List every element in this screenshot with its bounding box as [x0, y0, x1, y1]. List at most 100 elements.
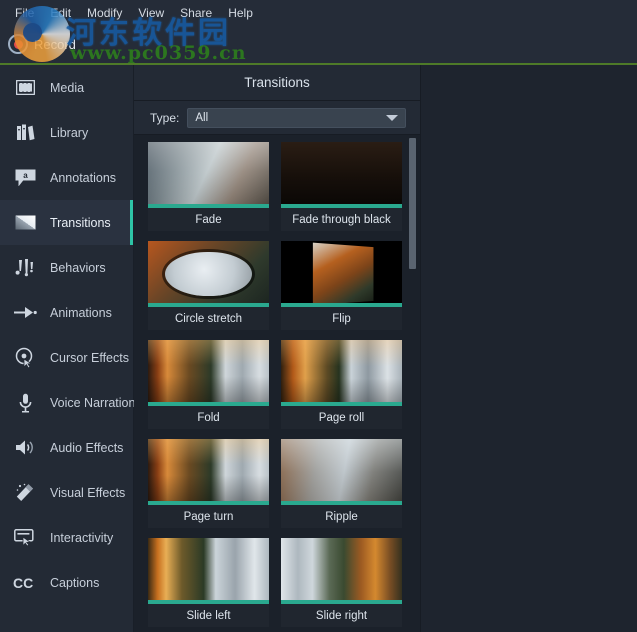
menu-item-share[interactable]: Share — [172, 4, 220, 22]
transition-card-ripple[interactable]: Ripple — [281, 439, 402, 528]
record-button-label: Record — [34, 37, 76, 52]
behaviors-icon — [12, 255, 38, 281]
watermark-rule — [0, 63, 637, 65]
sidebar-item-label: Visual Effects — [50, 486, 125, 500]
transition-card-fade-through-black[interactable]: Fade through black — [281, 142, 402, 231]
menu-item-help[interactable]: Help — [220, 4, 261, 22]
transition-thumbnail — [281, 439, 402, 505]
panel-header: Transitions — [134, 65, 420, 101]
transition-thumbnail — [148, 340, 269, 406]
microphone-icon — [12, 390, 38, 416]
sidebar-item-label: Transitions — [50, 216, 111, 230]
transition-label: Page roll — [319, 412, 364, 424]
transition-thumbnail — [148, 538, 269, 604]
transition-thumbnail — [281, 538, 402, 604]
transition-card-fade[interactable]: Fade — [148, 142, 269, 231]
sidebar-item-label: Behaviors — [50, 261, 106, 275]
speech-bubble-a-icon: a — [12, 165, 38, 191]
film-strip-icon — [12, 75, 38, 101]
chevron-down-icon — [386, 115, 398, 121]
transition-label: Slide left — [186, 610, 230, 622]
type-filter-label: Type: — [150, 111, 179, 125]
sidebar-item-label: Interactivity — [50, 531, 113, 545]
transition-thumbnail — [148, 241, 269, 307]
svg-text:CC: CC — [13, 576, 33, 590]
sidebar-item-media[interactable]: Media — [0, 65, 133, 110]
transition-thumbnail — [148, 142, 269, 208]
transition-caption: Fade — [148, 208, 269, 231]
toolbar: Record — [0, 26, 637, 64]
sidebar-item-label: Captions — [50, 576, 99, 590]
sidebar-item-animations[interactable]: Animations — [0, 290, 133, 335]
record-circle-icon — [8, 34, 28, 54]
menu-bar: File Edit Modify View Share Help — [0, 0, 637, 26]
preview-canvas-area — [420, 65, 637, 632]
transition-caption: Ripple — [281, 505, 402, 528]
menu-item-modify[interactable]: Modify — [79, 4, 130, 22]
screen-cursor-icon — [12, 525, 38, 551]
transition-label: Fold — [197, 412, 219, 424]
transition-label: Circle stretch — [175, 313, 242, 325]
transition-thumbnail — [281, 340, 402, 406]
transition-card-page-roll[interactable]: Page roll — [281, 340, 402, 429]
sidebar-item-annotations[interactable]: a Annotations — [0, 155, 133, 200]
sidebar-item-captions[interactable]: CC Captions — [0, 560, 133, 605]
arrow-right-icon — [12, 300, 38, 326]
panel-scroll-thumb[interactable] — [409, 138, 416, 269]
sidebar-item-label: Voice Narration — [50, 396, 135, 410]
transition-caption: Fade through black — [281, 208, 402, 231]
magic-wand-icon — [12, 480, 38, 506]
panel-scrollbar[interactable] — [408, 136, 416, 632]
sidebar-item-label: Library — [50, 126, 88, 140]
transition-label: Page turn — [184, 511, 234, 523]
transition-thumbnail — [281, 142, 402, 208]
transition-card-slide-left[interactable]: Slide left — [148, 538, 269, 627]
cc-icon: CC — [12, 570, 38, 596]
app-window: File Edit Modify View Share Help Record … — [0, 0, 637, 632]
sidebar-item-interactivity[interactable]: Interactivity — [0, 515, 133, 560]
transition-caption: Page turn — [148, 505, 269, 528]
menu-item-file[interactable]: File — [7, 4, 42, 22]
menu-item-edit[interactable]: Edit — [42, 4, 79, 22]
transition-card-fold[interactable]: Fold — [148, 340, 269, 429]
svg-text:a: a — [23, 171, 28, 180]
sidebar-item-label: Media — [50, 81, 84, 95]
transition-caption: Circle stretch — [148, 307, 269, 330]
transition-card-page-turn[interactable]: Page turn — [148, 439, 269, 528]
record-button[interactable]: Record — [4, 31, 84, 57]
transition-card-flip[interactable]: Flip — [281, 241, 402, 330]
gradient-square-icon — [12, 210, 38, 236]
type-filter-dropdown[interactable]: All — [187, 108, 406, 128]
sidebar-item-cursor-effects[interactable]: Cursor Effects — [0, 335, 133, 380]
transition-label: Ripple — [325, 511, 358, 523]
sidebar-item-audio-effects[interactable]: Audio Effects — [0, 425, 133, 470]
transition-thumbnail — [281, 241, 402, 307]
type-filter-row: Type: All — [134, 101, 420, 135]
transition-caption: Slide left — [148, 604, 269, 627]
transition-caption: Flip — [281, 307, 402, 330]
sidebar-item-transitions[interactable]: Transitions — [0, 200, 133, 245]
sidebar-item-label: Cursor Effects — [50, 351, 129, 365]
transitions-scroll-area[interactable]: Fade Fade through black Circle stretch F… — [134, 136, 420, 632]
sidebar-item-label: Audio Effects — [50, 441, 123, 455]
transition-label: Flip — [332, 313, 351, 325]
sidebar-item-visual-effects[interactable]: Visual Effects — [0, 470, 133, 515]
transition-label: Fade through black — [292, 214, 390, 226]
sidebar-item-behaviors[interactable]: Behaviors — [0, 245, 133, 290]
menu-item-view[interactable]: View — [130, 4, 172, 22]
sidebar-item-library[interactable]: Library — [0, 110, 133, 155]
transition-card-circle-stretch[interactable]: Circle stretch — [148, 241, 269, 330]
speaker-icon — [12, 435, 38, 461]
transition-label: Slide right — [316, 610, 367, 622]
sidebar-item-label: Annotations — [50, 171, 116, 185]
sidebar-item-voice-narration[interactable]: Voice Narration — [0, 380, 133, 425]
cursor-target-icon — [12, 345, 38, 371]
transition-caption: Fold — [148, 406, 269, 429]
transitions-grid: Fade Fade through black Circle stretch F… — [134, 136, 420, 632]
transition-card-slide-right[interactable]: Slide right — [281, 538, 402, 627]
sidebar: Media Library a Annotations Transitions … — [0, 65, 134, 632]
transitions-panel: Transitions Type: All Fade Fade through … — [134, 65, 420, 632]
sidebar-item-label: Animations — [50, 306, 112, 320]
transition-thumbnail — [148, 439, 269, 505]
books-icon — [12, 120, 38, 146]
